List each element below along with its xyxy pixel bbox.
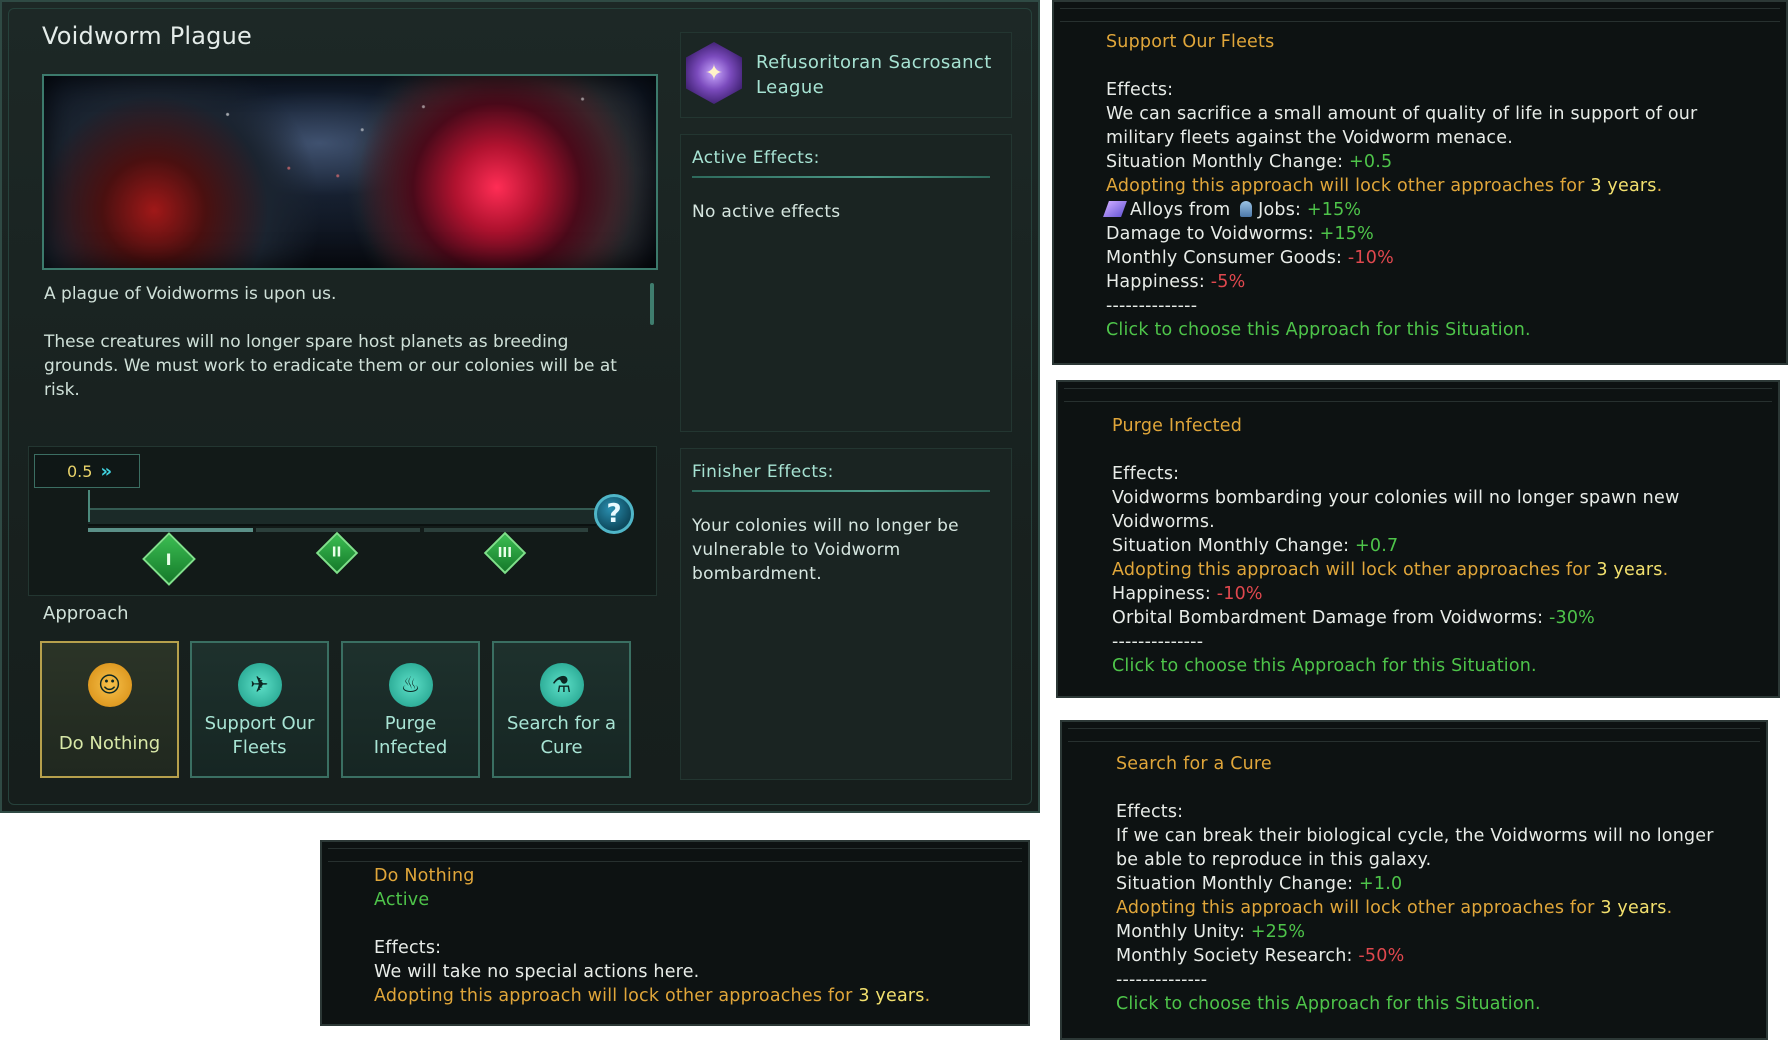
description-line-2: These creatures will no longer spare hos… [44, 332, 617, 400]
progress-fill [88, 528, 253, 532]
tooltip-separator: -------------- [1116, 970, 1208, 990]
empire-name[interactable]: Refusoritoran Sacrosanct League [756, 50, 1006, 100]
active-effects-divider [692, 176, 990, 178]
tooltip-description: We will take no special actions here. [374, 962, 700, 982]
tooltip-description: We can sacrifice a small amount of quali… [1106, 104, 1698, 148]
tooltip-separator: -------------- [1112, 632, 1204, 652]
tooltip-effects-label: Effects: [1112, 464, 1180, 484]
tooltip-title: Do Nothing [374, 866, 475, 886]
tooltip-search-cure: Search for a Cure Effects: If we can bre… [1060, 720, 1768, 1040]
finisher-effects-divider [692, 490, 990, 492]
finisher-effects-header: Finisher Effects: [692, 462, 834, 482]
approach-purge-infected-button[interactable]: ♨ Purge Infected [341, 641, 480, 778]
approach-label-support: Support Our Fleets [204, 713, 315, 758]
tooltip-title: Purge Infected [1112, 416, 1242, 436]
situation-banner-image [42, 74, 658, 270]
tooltip-status: Active [374, 890, 430, 910]
tooltip-happiness-modifier: Happiness: -10% [1112, 584, 1263, 604]
fleet-icon: ✈ [237, 663, 282, 707]
tooltip-click-hint: Click to choose this Approach for this S… [1116, 994, 1541, 1014]
tooltip-lock-notice: Adopting this approach will lock other a… [1106, 176, 1663, 196]
progress-monthly-change: 0.5 » [34, 454, 140, 488]
active-effects-text: No active effects [692, 202, 841, 222]
double-chevron-icon: » [100, 460, 111, 482]
approach-label-purge: Purge Infected [373, 713, 448, 758]
tooltip-research-modifier: Monthly Society Research: -50% [1116, 946, 1405, 966]
situation-help-button[interactable]: ? [594, 494, 634, 534]
approach-search-cure-button[interactable]: ⚗ Search for a Cure [492, 641, 631, 778]
jobs-icon [1240, 201, 1253, 217]
progress-value: 0.5 [67, 461, 93, 481]
approach-label: Approach [43, 603, 129, 624]
window-title: Voidworm Plague [42, 22, 252, 50]
approach-label-do-nothing: Do Nothing [58, 733, 161, 754]
tooltip-monthly-change: Situation Monthly Change: +0.5 [1106, 152, 1393, 172]
tooltip-lock-notice: Adopting this approach will lock other a… [374, 986, 931, 1006]
tooltip-lock-notice: Adopting this approach will lock other a… [1112, 560, 1669, 580]
tooltip-support-fleets: Support Our Fleets Effects: We can sacri… [1052, 0, 1788, 365]
progress-marker [88, 490, 90, 522]
tooltip-click-hint: Click to choose this Approach for this S… [1112, 656, 1537, 676]
approach-support-fleets-button[interactable]: ✈ Support Our Fleets [190, 641, 329, 778]
tooltip-unity-modifier: Monthly Unity: +25% [1116, 922, 1306, 942]
active-effects-header: Active Effects: [692, 148, 820, 168]
situation-description: A plague of Voidworms is upon us. These … [44, 282, 644, 426]
tooltip-lock-notice: Adopting this approach will lock other a… [1116, 898, 1673, 918]
description-line-1: A plague of Voidworms is upon us. [44, 284, 337, 304]
approach-label-cure: Search for a Cure [506, 713, 617, 758]
purge-icon: ♨ [388, 663, 433, 707]
tooltip-click-hint: Click to choose this Approach for this S… [1106, 320, 1531, 340]
tooltip-happiness-modifier: Happiness: -5% [1106, 272, 1246, 292]
tooltip-effects-label: Effects: [374, 938, 442, 958]
active-effects-panel [680, 134, 1012, 432]
tooltip-description: Voidworms bombarding your colonies will … [1112, 488, 1680, 532]
progress-track [88, 508, 596, 526]
approach-do-nothing-button[interactable]: ☺ Do Nothing [40, 641, 179, 778]
tooltip-damage-modifier: Damage to Voidworms: +15% [1106, 224, 1374, 244]
question-icon: ? [606, 499, 622, 529]
tooltip-effects-label: Effects: [1106, 80, 1174, 100]
tooltip-description: If we can break their biological cycle, … [1116, 826, 1714, 870]
alloys-icon [1103, 201, 1127, 217]
finisher-effects-panel [680, 448, 1012, 780]
tooltip-consumer-modifier: Monthly Consumer Goods: -10% [1106, 248, 1394, 268]
do-nothing-icon: ☺ [87, 663, 132, 707]
finisher-effects-text: Your colonies will no longer be vulnerab… [692, 516, 959, 584]
tooltip-alloys-modifier: Alloys from Jobs: +15% [1103, 198, 1746, 222]
microscope-icon: ⚗ [539, 663, 584, 707]
tooltip-title: Search for a Cure [1116, 754, 1272, 774]
tooltip-orbital-modifier: Orbital Bombardment Damage from Voidworm… [1112, 608, 1596, 628]
progress-segment-3 [424, 528, 588, 532]
tooltip-effects-label: Effects: [1116, 802, 1184, 822]
tooltip-title: Support Our Fleets [1106, 32, 1275, 52]
progress-segment-2 [256, 528, 420, 532]
description-scrollbar[interactable] [650, 283, 654, 325]
tooltip-separator: -------------- [1106, 296, 1198, 316]
tooltip-monthly-change: Situation Monthly Change: +1.0 [1116, 874, 1403, 894]
tooltip-purge-infected: Purge Infected Effects: Voidworms bombar… [1056, 380, 1780, 698]
tooltip-monthly-change: Situation Monthly Change: +0.7 [1112, 536, 1399, 556]
tooltip-do-nothing: Do Nothing Active Effects: We will take … [320, 840, 1030, 1026]
